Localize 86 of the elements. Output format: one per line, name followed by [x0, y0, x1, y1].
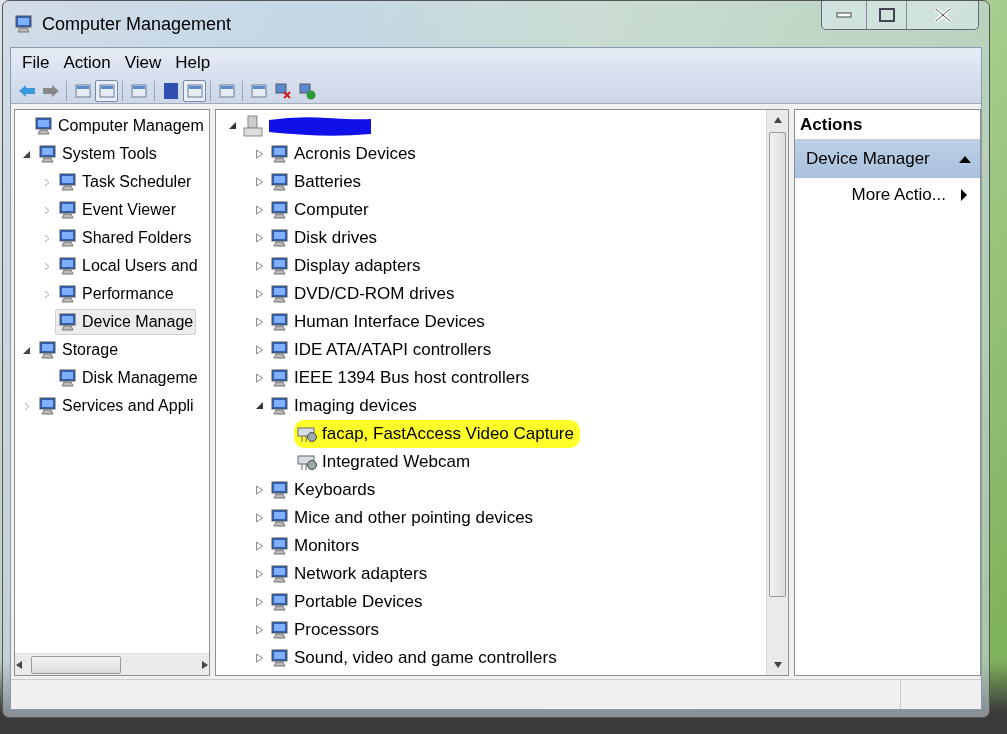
device-icon: [270, 341, 290, 359]
tree-item[interactable]: Monitors: [267, 533, 363, 559]
tree-item[interactable]: Event Viewer: [55, 197, 179, 223]
tree-item[interactable]: Network adapters: [267, 561, 431, 587]
enable-icon: [297, 81, 316, 100]
device-icon: [270, 145, 290, 163]
toolbar-button[interactable]: [183, 79, 206, 102]
maximize-button[interactable]: [866, 1, 906, 29]
scroll-right-icon[interactable]: [201, 659, 209, 670]
device-icon: [270, 313, 290, 331]
submenu-arrow-icon: [960, 188, 968, 202]
menu-item[interactable]: View: [117, 51, 169, 75]
collapse-icon: [958, 154, 972, 164]
camera-icon: [296, 425, 318, 443]
tree-item[interactable]: Acronis Devices: [267, 141, 419, 167]
menu-item[interactable]: File: [15, 51, 57, 75]
highlight-marker[interactable]: Integrated Webcam: [294, 448, 477, 476]
horizontal-scrollbar[interactable]: [15, 653, 209, 675]
device-icon: [270, 173, 290, 191]
expander-icon[interactable]: [227, 121, 237, 131]
tree-item[interactable]: Processors: [267, 617, 383, 643]
device-icon: [270, 649, 290, 667]
device-icon: [270, 593, 290, 611]
tree-item[interactable]: IDE ATA/ATAPI controllers: [267, 337, 495, 363]
expander-icon[interactable]: [23, 149, 31, 159]
device-icon: [270, 481, 290, 499]
forward-arrow-icon: [41, 83, 60, 98]
actions-section-header[interactable]: Device Manager: [795, 140, 980, 178]
tree-item[interactable]: Imaging devices: [267, 393, 420, 419]
uninstall-icon: [273, 81, 292, 100]
device-icon: [270, 565, 290, 583]
tree-item[interactable]: Human Interface Devices: [267, 309, 488, 335]
close-button[interactable]: [906, 1, 978, 29]
device-icon: [270, 229, 290, 247]
tree-item[interactable]: Device Manage: [55, 309, 197, 335]
device-icon: [270, 621, 290, 639]
tree-item[interactable]: Batteries: [267, 169, 365, 195]
expander-icon[interactable]: [254, 401, 264, 411]
tree-item[interactable]: Services and Appli: [35, 393, 197, 419]
camera-icon: [296, 453, 318, 471]
computer-icon: [243, 115, 263, 137]
action-pane-icon: [185, 81, 204, 100]
tree-item[interactable]: Disk Manageme: [55, 365, 201, 391]
scroll-up-icon[interactable]: [772, 116, 783, 124]
app-icon: [14, 15, 34, 33]
scrollbar-thumb[interactable]: [31, 655, 121, 674]
device-icon: [270, 285, 290, 303]
tree-item[interactable]: Display adapters: [267, 253, 424, 279]
tree-item[interactable]: System Tools: [35, 141, 160, 167]
console-tree-icon: [97, 81, 116, 100]
tree-item[interactable]: Performance: [55, 281, 177, 307]
tree-item[interactable]: Local Users and: [55, 253, 201, 279]
tree-item[interactable]: Task Scheduler: [55, 169, 195, 195]
toolbar-button[interactable]: [95, 79, 118, 102]
menu-item[interactable]: Help: [168, 51, 218, 75]
device-icon: [270, 369, 290, 387]
expander-icon[interactable]: [23, 345, 31, 355]
tree-item[interactable]: Disk drives: [267, 225, 381, 251]
device-icon: [270, 397, 290, 415]
close-icon: [933, 7, 952, 23]
window-title: Computer Management: [42, 13, 232, 35]
tree-item[interactable]: DVD/CD-ROM drives: [267, 281, 458, 307]
tree-item[interactable]: Computer Managem: [31, 113, 207, 139]
device-icon: [270, 537, 290, 555]
scrollbar-thumb[interactable]: [769, 132, 786, 597]
vertical-scrollbar[interactable]: [766, 110, 788, 675]
computer-icon: [34, 117, 54, 135]
back-arrow-icon: [17, 83, 36, 98]
menu-item[interactable]: Action: [56, 51, 118, 75]
tree-item[interactable]: Keyboards: [267, 477, 379, 503]
highlight-marker[interactable]: facap, FastAccess Video Capture: [294, 420, 580, 448]
scroll-left-icon[interactable]: [15, 659, 23, 670]
tree-item[interactable]: Portable Devices: [267, 589, 426, 615]
scroll-down-icon[interactable]: [772, 661, 783, 669]
tree-item[interactable]: Mice and other pointing devices: [267, 505, 537, 531]
actions-pane-link[interactable]: More Actio...: [795, 178, 980, 212]
tree-item[interactable]: Sound, video and game controllers: [267, 645, 560, 671]
tree-item[interactable]: Computer: [267, 197, 372, 223]
tree-item[interactable]: Shared Folders: [55, 225, 195, 251]
tree-item[interactable]: IEEE 1394 Bus host controllers: [267, 365, 533, 391]
maximize-icon: [878, 8, 895, 22]
device-icon: [270, 201, 290, 219]
tree-item[interactable]: Storage: [35, 337, 122, 363]
device-icon: [270, 257, 290, 275]
device-icon: [270, 509, 290, 527]
minimize-icon: [836, 12, 852, 18]
